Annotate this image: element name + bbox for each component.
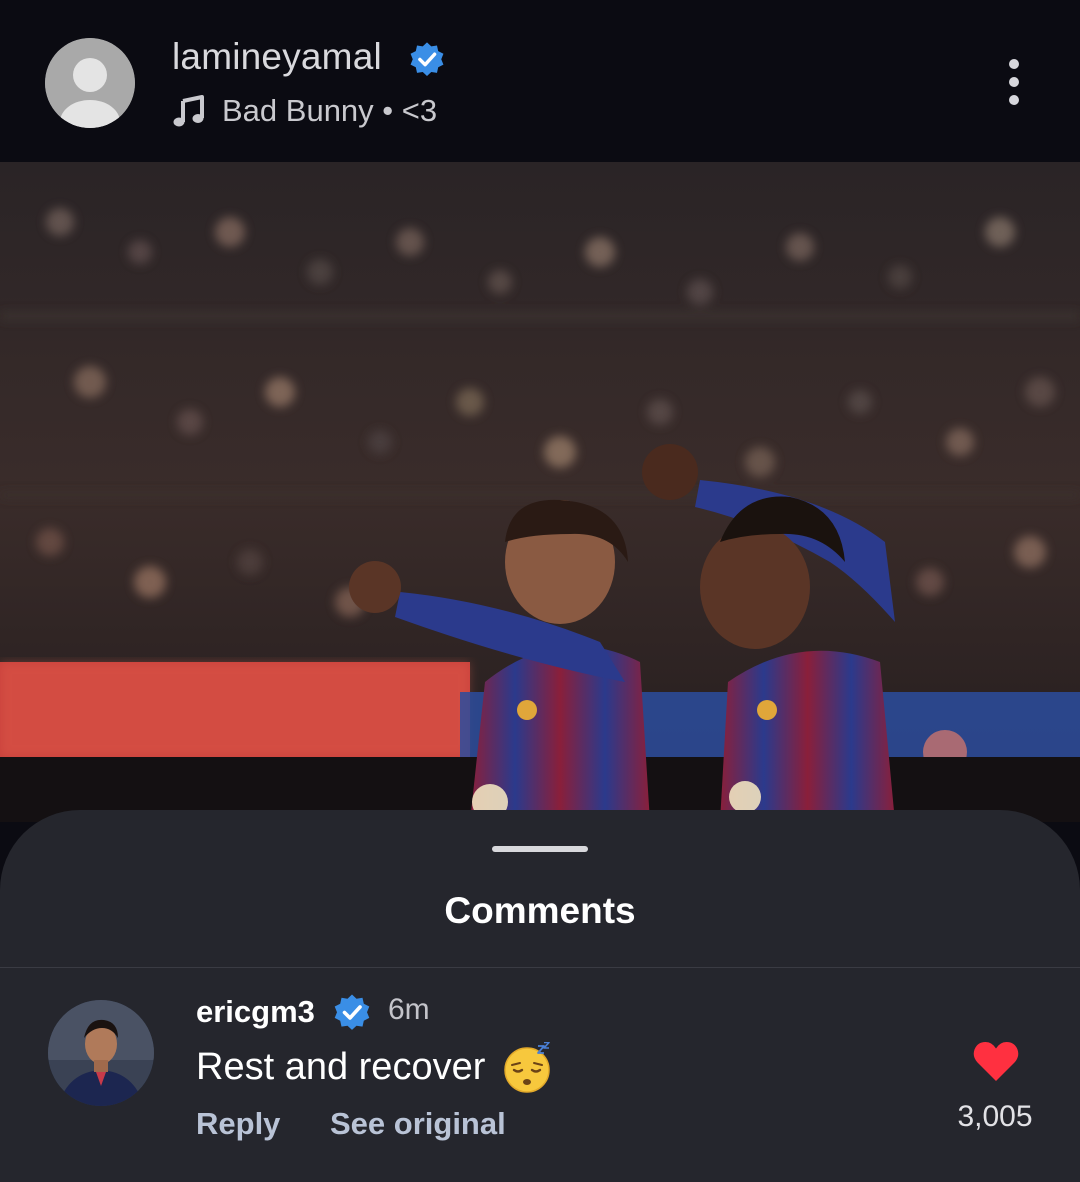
like-count: 3,005 xyxy=(957,1100,1033,1133)
heart-icon[interactable] xyxy=(972,1040,1020,1082)
comment-username[interactable]: ericgm3 xyxy=(196,994,315,1030)
user-avatar-photo xyxy=(48,1000,154,1106)
verified-badge-icon xyxy=(410,42,444,77)
verified-badge-icon xyxy=(334,994,370,1030)
default-avatar-icon xyxy=(45,38,135,128)
more-vertical-icon[interactable] xyxy=(996,58,1032,110)
post-header: lamineyamal Bad Bunny • <3 xyxy=(0,0,1080,162)
sleeping-face-emoji xyxy=(504,1042,550,1093)
comments-sheet: Comments ericgm3 6m Rest and recover Rep… xyxy=(0,810,1080,1182)
comment-avatar[interactable] xyxy=(48,1000,154,1106)
profile-avatar[interactable] xyxy=(45,38,135,128)
see-original-button[interactable]: See original xyxy=(330,1106,506,1142)
music-note-icon xyxy=(173,95,204,127)
stadium-celebration-image xyxy=(0,162,1080,822)
comments-title: Comments xyxy=(444,890,636,931)
music-track-label[interactable]: Bad Bunny • <3 xyxy=(222,93,437,129)
post-photo[interactable] xyxy=(0,162,1080,822)
sheet-drag-handle[interactable] xyxy=(492,846,588,852)
reply-button[interactable]: Reply xyxy=(196,1106,280,1142)
comment-text: Rest and recover xyxy=(196,1046,486,1088)
post-username[interactable]: lamineyamal xyxy=(172,36,382,78)
comment-timestamp: 6m xyxy=(388,993,430,1026)
divider xyxy=(0,967,1080,968)
